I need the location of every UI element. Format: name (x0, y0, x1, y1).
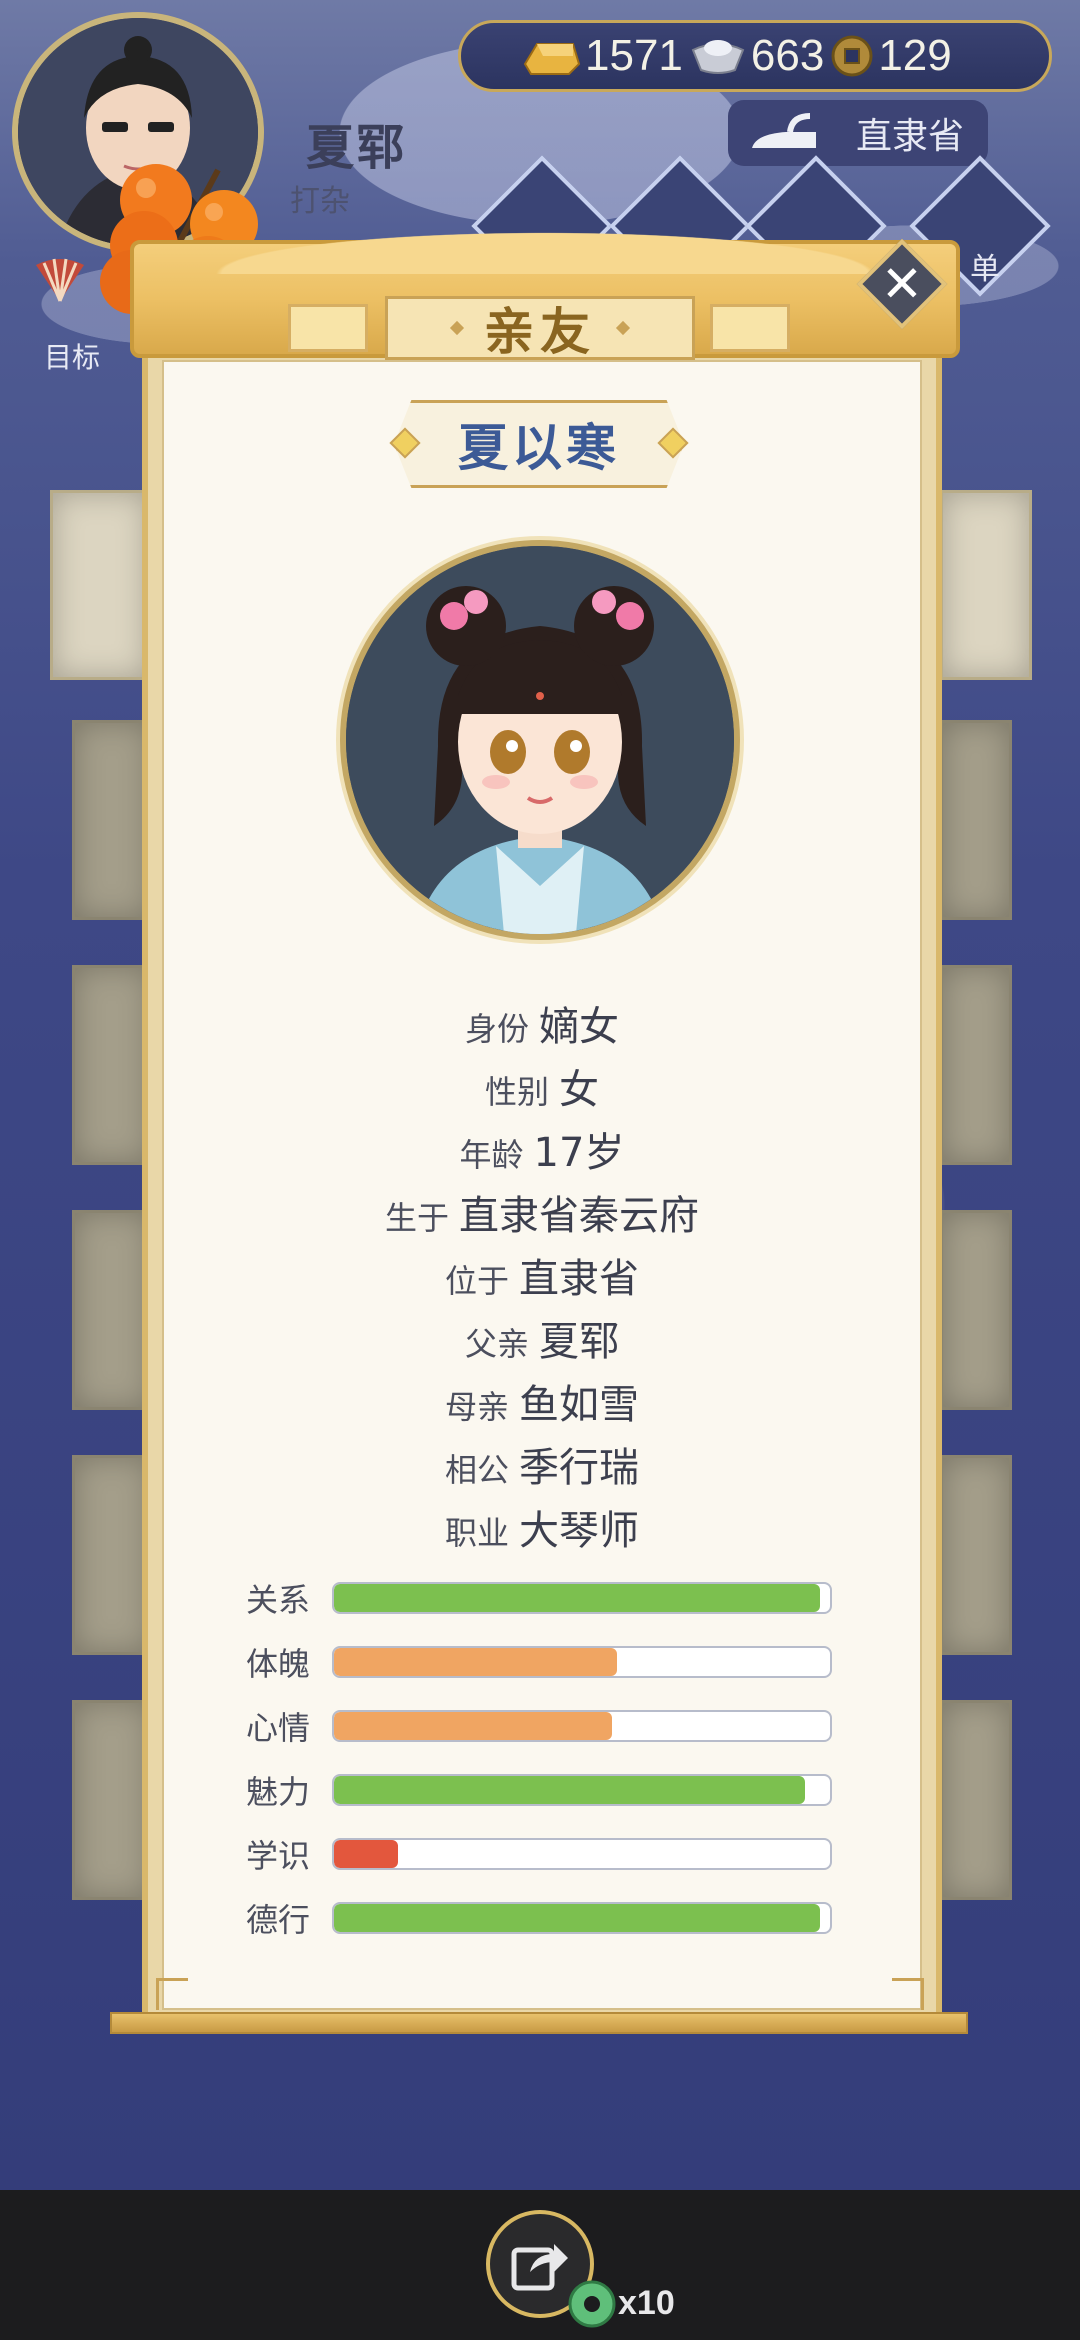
stat-bar-fill (334, 1584, 821, 1612)
coin-amount: 129 (878, 31, 952, 80)
info-value: 女 (559, 1067, 599, 1113)
background-card (72, 1700, 152, 1900)
background-card (940, 965, 1012, 1165)
stat-row-physique: 体魄 (246, 1630, 846, 1694)
background-card (940, 1700, 1012, 1900)
stat-bars: 关系 体魄 心情 魅力 学识 德行 (246, 1566, 846, 1950)
info-value: 大琴师 (519, 1508, 639, 1554)
background-card (940, 490, 1032, 680)
info-row-identity: 身份 嫡女 (162, 994, 922, 1057)
panel-title: 亲友 (484, 303, 596, 361)
background-card (72, 720, 152, 920)
stat-label: 关系 (246, 1581, 311, 1619)
person-info-list: 身份 嫡女 性别 女 年龄 17岁 生于 直隶省秦云府 位于 直隶省 父亲 夏郓… (162, 994, 922, 1561)
info-label: 父亲 (464, 1325, 529, 1363)
panel-title-plaque: 亲友 (385, 296, 695, 361)
info-label: 生于 (384, 1199, 449, 1237)
share-icon (511, 2244, 568, 2291)
player-role: 打杂 (290, 184, 350, 219)
info-label: 职业 (444, 1514, 509, 1552)
info-row-mother: 母亲 鱼如雪 (162, 1372, 922, 1435)
stat-row-virtue: 德行 (246, 1886, 846, 1950)
background-card (50, 490, 150, 680)
info-value: 17岁 (533, 1130, 625, 1176)
header-plaque-left (288, 304, 368, 352)
iron-icon (752, 113, 816, 148)
info-label: 年龄 (459, 1136, 524, 1174)
player-name: 夏郓 (306, 120, 407, 176)
currency-bar: 1571 663 129 (458, 20, 1052, 92)
info-value: 季行瑞 (519, 1445, 639, 1491)
stat-bar-track (332, 1646, 832, 1678)
background-card (940, 720, 1012, 920)
stat-bar-fill (334, 1712, 612, 1740)
stat-bar-fill (334, 1840, 399, 1868)
info-value: 直隶省秦云府 (459, 1193, 699, 1239)
silver-currency: 663 (689, 31, 824, 81)
person-name-banner: 夏以寒 (394, 400, 684, 488)
target-fan-icon[interactable] (32, 255, 88, 305)
background-card (72, 1210, 152, 1410)
girl-portrait-icon (346, 546, 734, 934)
stat-label: 学识 (246, 1837, 311, 1875)
gold-ingot-icon (523, 43, 581, 75)
copper-coin-icon (831, 35, 873, 77)
gold-amount: 1571 (585, 31, 683, 80)
stat-label: 体魄 (246, 1645, 311, 1683)
gold-currency: 1571 (521, 31, 683, 81)
silver-ingot-icon (691, 40, 745, 74)
header-plaque-right (710, 304, 790, 352)
background-card (72, 965, 152, 1165)
stat-bar-fill (334, 1648, 617, 1676)
silver-amount: 663 (750, 31, 825, 80)
stat-row-charm: 魅力 (246, 1758, 846, 1822)
info-value: 嫡女 (539, 1004, 619, 1050)
stat-bar-track (332, 1582, 832, 1614)
stat-bar-track (332, 1774, 832, 1806)
background-card (72, 1455, 152, 1655)
stat-bar-track (332, 1710, 832, 1742)
stat-label: 德行 (246, 1901, 311, 1939)
location-button[interactable]: 直隶省 (728, 100, 988, 166)
person-portrait (340, 540, 740, 940)
background-card (940, 1210, 1012, 1410)
jade-coin-icon (568, 2280, 616, 2328)
stat-label: 魅力 (246, 1773, 311, 1811)
menu-list-label: 单 (970, 252, 1000, 287)
info-label: 性别 (484, 1073, 549, 1111)
info-value: 直隶省 (519, 1256, 639, 1302)
stat-row-mood: 心情 (246, 1694, 846, 1758)
info-row-age: 年龄 17岁 (162, 1120, 922, 1183)
coin-currency: 129 (830, 31, 952, 81)
info-label: 母亲 (444, 1388, 509, 1426)
target-label[interactable]: 目标 (44, 336, 100, 376)
stat-row-knowledge: 学识 (246, 1822, 846, 1886)
stat-row-relationship: 关系 (246, 1566, 846, 1630)
person-name: 夏以寒 (458, 419, 620, 477)
stat-bar-fill (334, 1776, 806, 1804)
stat-bar-track (332, 1902, 832, 1934)
reward-multiplier: x10 (618, 2284, 675, 2322)
stat-bar-track (332, 1838, 832, 1870)
stat-bar-fill (334, 1904, 821, 1932)
stat-label: 心情 (246, 1709, 311, 1747)
info-row-husband: 相公 季行瑞 (162, 1435, 922, 1498)
info-label: 相公 (444, 1451, 509, 1489)
info-row-birthplace: 生于 直隶省秦云府 (162, 1183, 922, 1246)
close-icon[interactable]: ✕ (870, 252, 934, 316)
info-value: 夏郓 (539, 1319, 619, 1365)
corner-ornament (892, 1978, 924, 2010)
info-row-location: 位于 直隶省 (162, 1246, 922, 1309)
background-card (940, 1455, 1012, 1655)
info-row-father: 父亲 夏郓 (162, 1309, 922, 1372)
corner-ornament (156, 1978, 188, 2010)
location-label: 直隶省 (855, 116, 964, 157)
scroll-roller (110, 2012, 968, 2034)
info-label: 位于 (444, 1262, 509, 1300)
info-row-gender: 性别 女 (162, 1057, 922, 1120)
info-label: 身份 (464, 1010, 529, 1048)
info-row-occupation: 职业 大琴师 (162, 1498, 922, 1561)
info-value: 鱼如雪 (519, 1382, 639, 1428)
